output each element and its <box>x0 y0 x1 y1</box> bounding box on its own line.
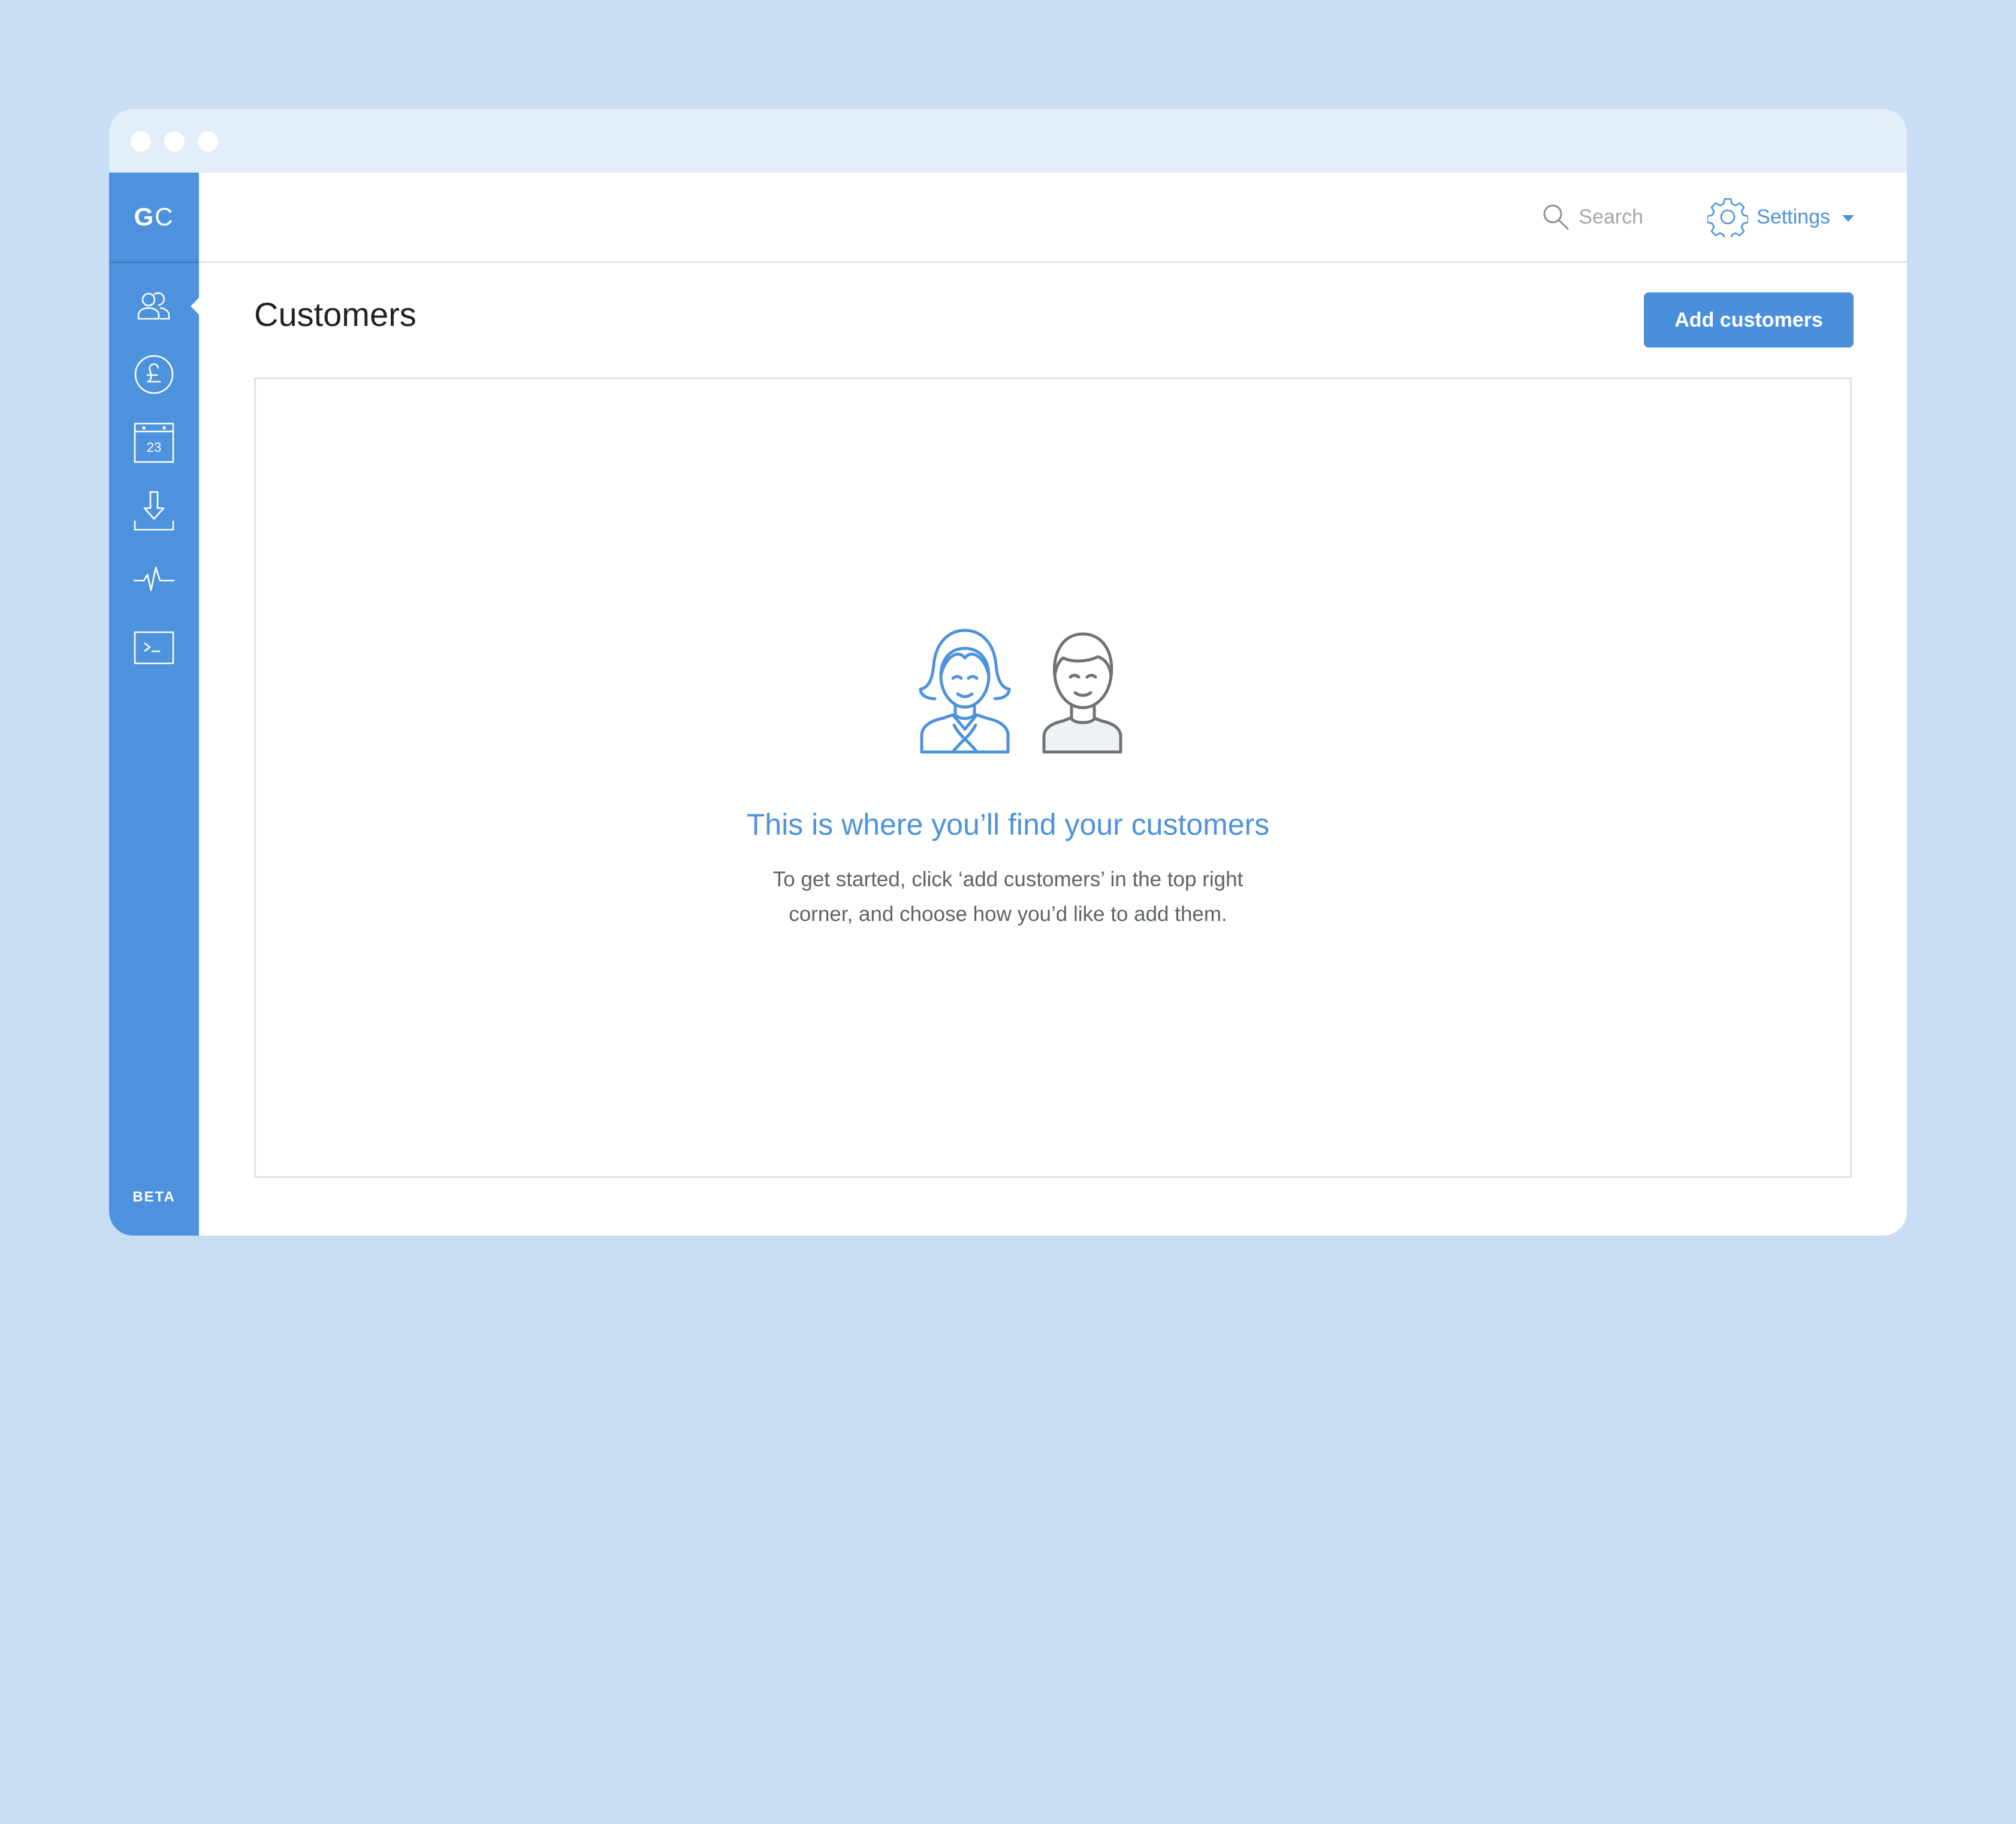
settings-menu[interactable]: Settings <box>1707 173 1854 261</box>
empty-state-line-2: corner, and choose how you’d like to add… <box>789 902 1227 926</box>
woman-figure <box>919 629 1011 754</box>
page-title: Customers <box>254 295 417 333</box>
search-icon <box>1543 204 1569 230</box>
chevron-down-icon <box>1842 215 1854 222</box>
window-minimize-dot[interactable] <box>164 131 185 152</box>
logo-letter-g: G <box>134 203 155 231</box>
beta-badge: BETA <box>132 1189 176 1205</box>
gear-icon <box>1707 198 1749 237</box>
customers-empty-panel <box>254 378 1852 1178</box>
sidebar-item-developers[interactable] <box>109 618 199 678</box>
add-customers-button[interactable]: Add customers <box>1644 292 1854 348</box>
search-control[interactable]: Search <box>1541 173 1643 261</box>
download-icon <box>134 491 174 531</box>
empty-state-title: This is where you’ll find your customers <box>746 808 1270 841</box>
window-maximize-dot[interactable] <box>198 131 218 152</box>
logo-letter-c: C <box>155 203 174 231</box>
sidebar: GC 23 BETA <box>109 173 199 1236</box>
active-indicator <box>191 298 199 315</box>
sidebar-item-subscriptions[interactable]: 23 <box>109 413 199 473</box>
pulse-icon <box>133 566 175 591</box>
sidebar-item-payments[interactable] <box>109 345 199 404</box>
search-label: Search <box>1579 205 1643 228</box>
sidebar-item-events[interactable] <box>109 549 199 609</box>
man-figure <box>1042 632 1122 754</box>
sidebar-item-payouts[interactable] <box>109 481 199 541</box>
empty-state-line-1: To get started, click ‘add customers’ in… <box>772 868 1244 891</box>
pound-icon <box>134 355 174 394</box>
app-window: GC 23 BETA Search Settings Customers Add… <box>109 109 1907 1236</box>
top-bar: Search Settings <box>199 173 1907 263</box>
terminal-icon <box>134 631 174 665</box>
settings-label: Settings <box>1757 205 1830 228</box>
empty-state-description: To get started, click ‘add customers’ in… <box>726 862 1290 932</box>
app-logo[interactable]: GC <box>109 173 199 263</box>
calendar-icon: 23 <box>134 422 174 463</box>
customers-illustration-icon <box>919 629 1122 754</box>
sidebar-item-customers[interactable] <box>109 276 199 336</box>
window-close-dot[interactable] <box>131 131 151 152</box>
window-titlebar <box>109 109 1907 173</box>
calendar-day-label: 23 <box>147 440 161 455</box>
people-icon <box>137 292 170 320</box>
